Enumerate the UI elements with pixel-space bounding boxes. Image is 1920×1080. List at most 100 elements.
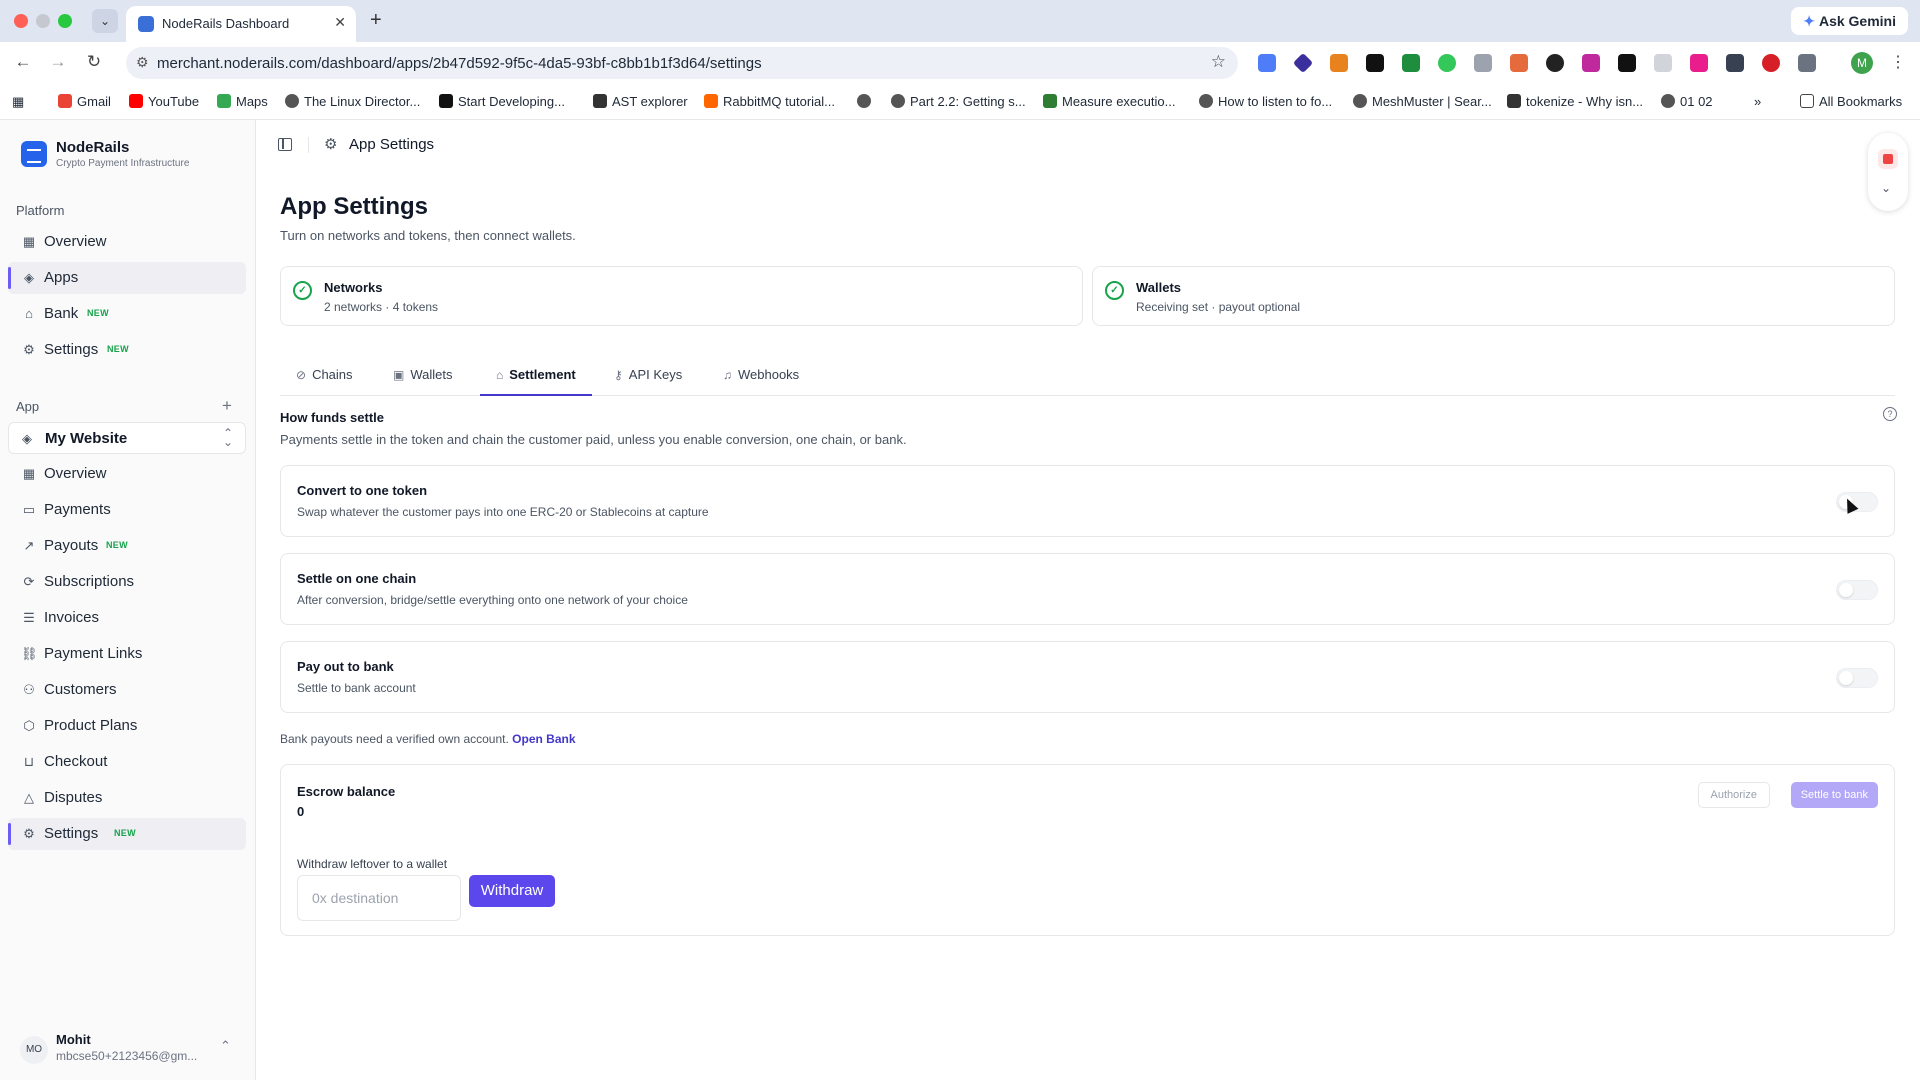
bookmark-item[interactable]: Gmail [58, 94, 111, 109]
tab-label: API Keys [628, 367, 683, 382]
forward-arrow-icon[interactable]: → [47, 52, 69, 72]
bookmark-item[interactable]: MeshMuster | Sear... [1353, 94, 1492, 109]
grid-icon: ▦ [22, 466, 36, 481]
bookmark-item[interactable]: 01 02 [1661, 94, 1713, 109]
add-app-plus-icon[interactable]: + [222, 396, 232, 416]
extensions-puzzle-icon[interactable] [1798, 54, 1816, 72]
gear-icon: ⚙ [324, 136, 338, 153]
sidebar-item-checkout[interactable]: ⊔ Checkout [8, 746, 246, 778]
extension-icon[interactable] [1258, 54, 1276, 72]
sidebar-item-invoices[interactable]: ☰ Invoices [8, 602, 246, 634]
address-bar[interactable]: ⚙ merchant.noderails.com/dashboard/apps/… [126, 47, 1238, 79]
escrow-value: 0 [297, 804, 305, 819]
extension-icon[interactable] [1654, 54, 1672, 72]
sidebar-item-payment-links[interactable]: ⛓ Payment Links [8, 638, 246, 670]
extension-icon[interactable] [1510, 54, 1528, 72]
settle-to-bank-button[interactable]: Settle to bank [1790, 782, 1878, 808]
app-section-label: App [16, 399, 40, 414]
extension-icon[interactable] [1582, 54, 1600, 72]
all-bookmarks-folder[interactable]: All Bookmarks [1800, 94, 1902, 109]
sidebar-item-bank[interactable]: ⌂ Bank NEW [8, 298, 246, 330]
window-close-button[interactable] [14, 14, 28, 28]
bookmark-item[interactable]: Maps [217, 94, 268, 109]
withdraw-destination-input[interactable] [297, 875, 461, 921]
chevron-down-icon[interactable]: ⌄ [1881, 181, 1891, 195]
recording-widget[interactable]: ⌄ [1868, 133, 1908, 211]
window-minimize-button[interactable] [36, 14, 50, 28]
networks-status-card[interactable]: ✓ Networks 2 networks · 4 tokens [280, 266, 1083, 326]
bookmark-star-icon[interactable]: ☆ [1211, 52, 1226, 72]
bookmark-item[interactable]: AST explorer [593, 94, 688, 109]
withdraw-button[interactable]: Withdraw [469, 875, 555, 907]
site-info-icon[interactable]: ⚙ [136, 54, 149, 71]
sidebar-toggle-icon[interactable] [278, 138, 292, 151]
bookmark-item[interactable]: tokenize - Why isn... [1507, 94, 1643, 109]
extension-icon[interactable] [1438, 54, 1456, 72]
tab-settlement[interactable]: ⌂ Settlement [480, 354, 592, 396]
bookmark-item[interactable]: Start Developing... [439, 94, 565, 109]
settle-on-one-chain-toggle[interactable] [1836, 580, 1878, 600]
option-subtitle: After conversion, bridge/settle everythi… [297, 593, 688, 607]
tab-wallets[interactable]: ▣ Wallets [393, 354, 452, 396]
pay-out-to-bank-toggle[interactable] [1836, 668, 1878, 688]
sidebar-item-app-settings[interactable]: ⚙ Settings NEW [8, 818, 246, 850]
reload-icon[interactable]: ↻ [83, 52, 105, 72]
bookmark-item[interactable]: Part 2.2: Getting s... [891, 94, 1026, 109]
extension-icon[interactable] [1726, 54, 1744, 72]
option-subtitle: Swap whatever the customer pays into one… [297, 505, 709, 519]
sidebar-item-platform-settings[interactable]: ⚙ Settings NEW [8, 334, 246, 366]
tab-webhooks[interactable]: ♫ Webhooks [723, 354, 799, 396]
option-subtitle: Settle to bank account [297, 681, 416, 695]
browser-tab-active[interactable]: NodeRails Dashboard ✕ [126, 6, 356, 42]
user-avatar[interactable]: MO [20, 1036, 48, 1064]
bookmark-item[interactable]: How to listen to fo... [1199, 94, 1332, 109]
tab-chains[interactable]: ⊘ Chains [296, 354, 353, 396]
ask-gemini-button[interactable]: ✦ Ask Gemini [1791, 7, 1908, 35]
extension-icon[interactable] [1292, 52, 1314, 74]
stop-recording-icon[interactable] [1883, 154, 1893, 164]
extension-icon[interactable] [1546, 54, 1564, 72]
profile-avatar[interactable]: M [1851, 52, 1873, 74]
withdraw-label: Withdraw leftover to a wallet [297, 857, 448, 871]
settlement-section-title: How funds settle [280, 410, 385, 425]
sidebar-item-apps[interactable]: ◈ Apps [8, 262, 246, 294]
back-arrow-icon[interactable]: ← [12, 52, 34, 72]
download-extension-icon[interactable] [1402, 54, 1420, 72]
sidebar-item-platform-overview[interactable]: ▦ Overview [8, 226, 246, 258]
sidebar-item-subscriptions[interactable]: ⟳ Subscriptions [8, 566, 246, 598]
window-maximize-button[interactable] [58, 14, 72, 28]
link-icon: ⊘ [296, 368, 307, 382]
apps-grid-icon[interactable]: ▦ [12, 94, 24, 110]
medium-extension-icon[interactable] [1366, 54, 1384, 72]
bookmark-item[interactable]: The Linux Director... [285, 94, 420, 109]
sidebar-item-app-overview[interactable]: ▦ Overview [8, 458, 246, 490]
extension-icon[interactable] [1474, 54, 1492, 72]
chevron-up-icon[interactable]: ⌃ [220, 1038, 231, 1054]
extension-icon[interactable] [1618, 54, 1636, 72]
sidebar-item-customers[interactable]: ⚇ Customers [8, 674, 246, 706]
sidebar-item-payments[interactable]: ▭ Payments [8, 494, 246, 526]
tab-close-icon[interactable]: ✕ [334, 14, 346, 31]
sidebar-item-payouts[interactable]: ↗ Payouts NEW [8, 530, 246, 562]
app-selector-dropdown[interactable]: ◈ My Website ⌃ ⌄ [8, 422, 246, 454]
bookmark-item[interactable] [857, 94, 876, 109]
wallets-status-card[interactable]: ✓ Wallets Receiving set · payout optiona… [1092, 266, 1895, 326]
user-email: mbcse50+2123456@gm... [56, 1049, 198, 1063]
bookmark-item[interactable]: Measure executio... [1043, 94, 1175, 109]
tab-api-keys[interactable]: ⚷ API Keys [614, 354, 682, 396]
extension-icon[interactable] [1690, 54, 1708, 72]
tab-search-dropdown-icon[interactable]: ⌄ [92, 9, 118, 33]
browser-menu-icon[interactable]: ⋮ [1890, 52, 1906, 72]
authorize-button[interactable]: Authorize [1697, 782, 1770, 808]
bookmarks-overflow-icon[interactable]: » [1754, 94, 1761, 109]
bookmark-item[interactable]: YouTube [129, 94, 199, 109]
sidebar-item-disputes[interactable]: △ Disputes [8, 782, 246, 814]
extension-icon[interactable] [1762, 54, 1780, 72]
new-tab-plus-icon[interactable]: + [370, 9, 382, 32]
sidebar-item-product-plans[interactable]: ⬡ Product Plans [8, 710, 246, 742]
bookmark-item[interactable]: RabbitMQ tutorial... [704, 94, 835, 109]
open-bank-link[interactable]: Open Bank [512, 732, 575, 746]
help-circle-icon[interactable]: ? [1883, 407, 1897, 421]
bookmark-favicon-icon [129, 94, 143, 108]
metamask-extension-icon[interactable] [1330, 54, 1348, 72]
